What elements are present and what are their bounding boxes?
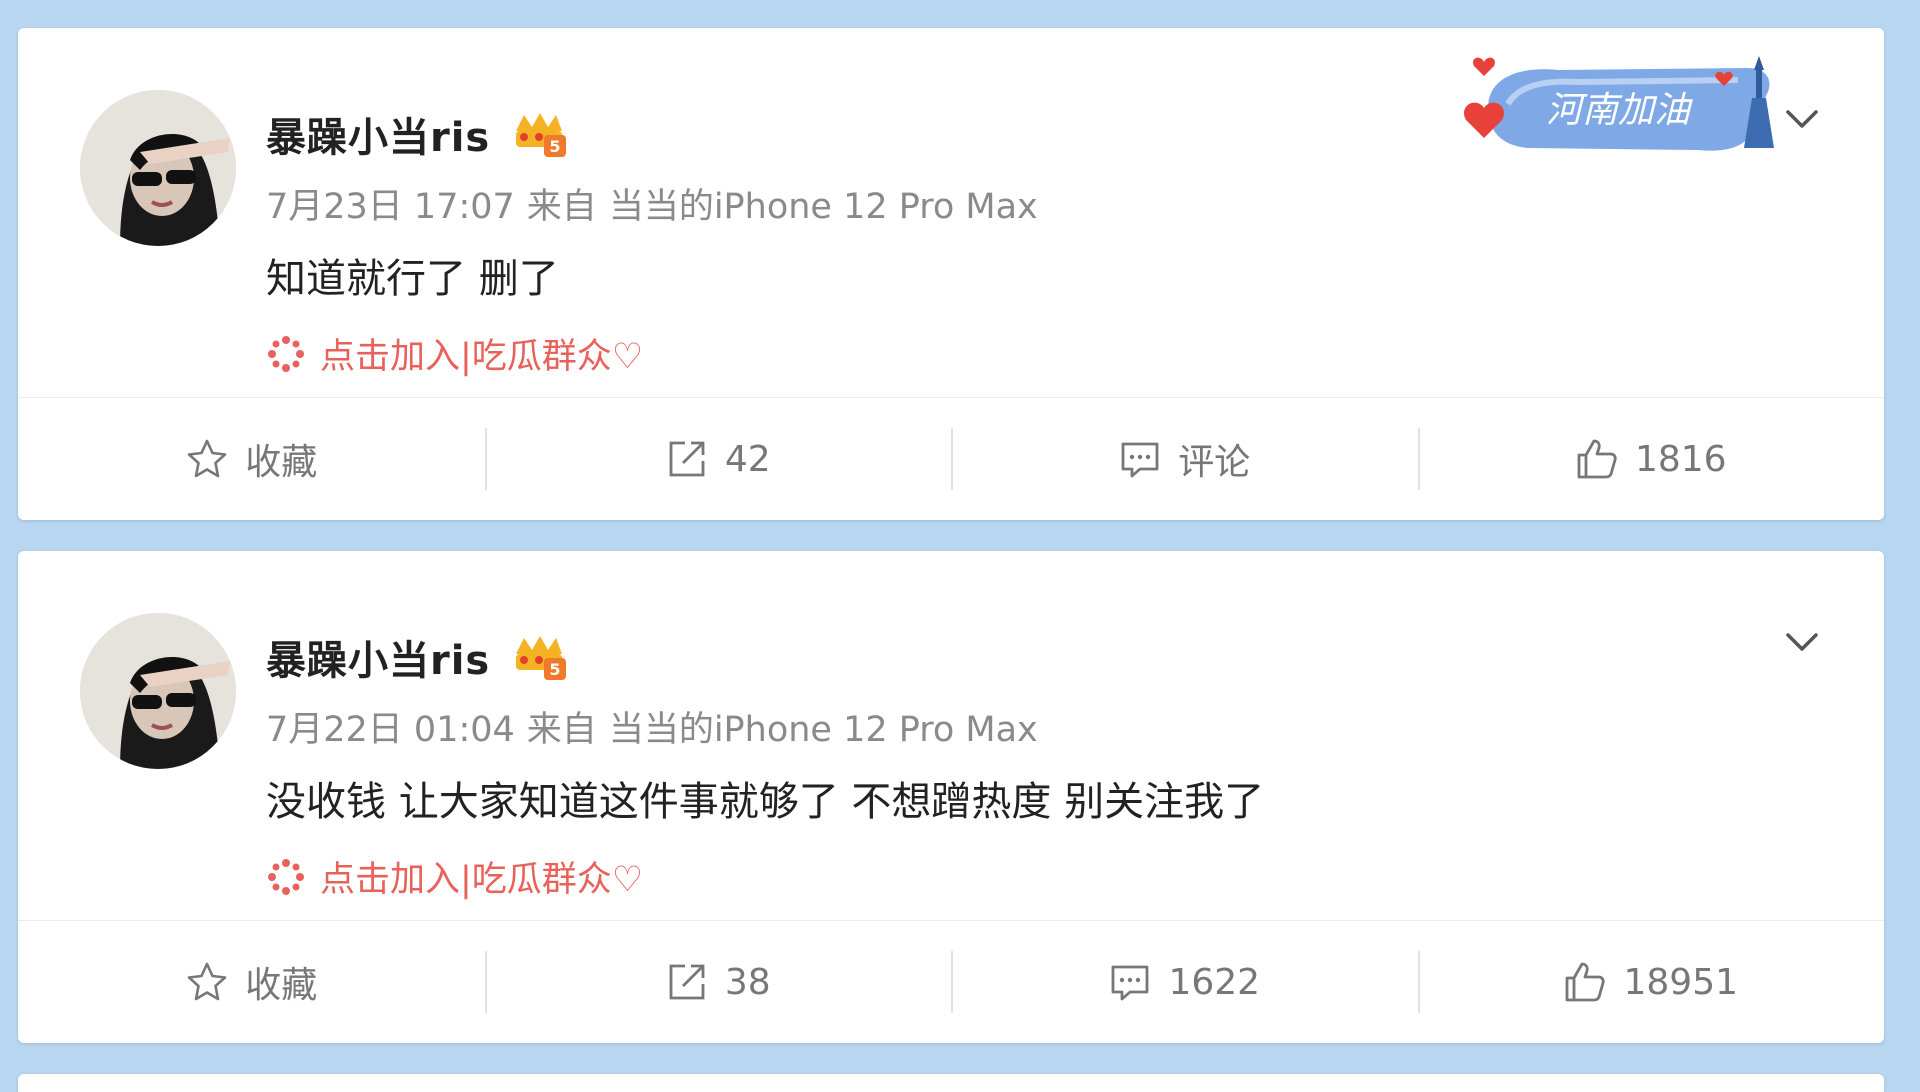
post-date[interactable]: 7月22日 01:04 — [266, 710, 515, 750]
chevron-down-icon[interactable] — [1780, 98, 1824, 142]
avatar[interactable] — [80, 613, 236, 769]
repost-button[interactable]: 42 — [484, 398, 952, 520]
username[interactable]: 暴躁小当ris — [266, 105, 490, 163]
action-bar: 收藏 42 评论 1816 — [18, 397, 1884, 520]
avatar[interactable] — [80, 90, 236, 246]
sparkle-icon — [268, 335, 304, 372]
comment-button[interactable]: 评论 — [951, 398, 1418, 520]
comment-label: 评论 — [1178, 442, 1251, 483]
like-button[interactable]: 1816 — [1417, 398, 1885, 520]
fan-group-label: 点击加入|吃瓜群众♡ — [320, 860, 644, 900]
svg-text:5: 5 — [550, 137, 561, 156]
post-card: 暴躁小当ris 5 7月23日 17:07 来自 当当的iPhone 12 Pro … — [18, 28, 1884, 520]
fan-group-link[interactable]: 点击加入|吃瓜群众♡ — [266, 851, 643, 902]
post-source: 当当的iPhone 12 Pro Max — [608, 187, 1038, 227]
post-card: 暴躁小当ris 5 7月22日 01:04 来自 当当的iPhone 12 Pro … — [18, 551, 1884, 1043]
topic-badge-text: 河南加油 — [1546, 90, 1693, 131]
like-button[interactable]: 18951 — [1417, 921, 1885, 1043]
favorite-button[interactable]: 收藏 — [18, 921, 485, 1043]
author-row: 暴躁小当ris 5 — [266, 629, 568, 685]
post-meta: 7月22日 01:04 来自 当当的iPhone 12 Pro Max — [266, 701, 1038, 752]
vip-crown-badge-icon[interactable]: 5 — [510, 632, 568, 682]
fan-group-link[interactable]: 点击加入|吃瓜群众♡ — [266, 328, 643, 379]
weibo-feed: 暴躁小当ris 5 7月23日 17:07 来自 当当的iPhone 12 Pro … — [0, 0, 1920, 1092]
favorite-label: 收藏 — [245, 442, 318, 483]
post-text: 没收钱 让大家知道这件事就够了 不想蹭热度 别关注我了 — [266, 779, 1265, 825]
sparkle-icon — [268, 858, 304, 895]
vip-crown-badge-icon[interactable]: 5 — [510, 109, 568, 159]
post-card-partial — [18, 1074, 1884, 1092]
post-date[interactable]: 7月23日 17:07 — [266, 187, 515, 227]
post-meta: 7月23日 17:07 来自 当当的iPhone 12 Pro Max — [266, 178, 1038, 229]
like-count: 18951 — [1623, 961, 1739, 1003]
share-icon — [669, 441, 705, 477]
comment-bubble-icon — [1121, 442, 1159, 478]
favorite-label: 收藏 — [245, 965, 318, 1006]
post-text: 知道就行了 删了 — [266, 256, 559, 302]
thumbs-up-icon — [1577, 439, 1617, 479]
like-count: 1816 — [1634, 438, 1727, 480]
username[interactable]: 暴躁小当ris — [266, 628, 490, 686]
fan-group-label: 点击加入|吃瓜群众♡ — [320, 337, 644, 377]
repost-button[interactable]: 38 — [484, 921, 952, 1043]
source-prefix: 来自 — [526, 187, 597, 227]
topic-badge[interactable]: 河南加油 — [1448, 38, 1788, 170]
svg-text:5: 5 — [550, 660, 561, 679]
chevron-down-icon[interactable] — [1780, 621, 1824, 665]
star-outline-icon — [187, 439, 227, 478]
comment-button[interactable]: 1622 — [951, 921, 1418, 1043]
star-outline-icon — [187, 962, 227, 1001]
post-source: 当当的iPhone 12 Pro Max — [608, 710, 1038, 750]
share-icon — [669, 964, 705, 1000]
source-prefix: 来自 — [526, 710, 597, 750]
thumbs-up-icon — [1566, 962, 1606, 1002]
repost-count: 42 — [724, 438, 771, 480]
comment-count: 1622 — [1168, 961, 1261, 1003]
comment-bubble-icon — [1112, 965, 1149, 1001]
author-row: 暴躁小当ris 5 — [266, 106, 568, 162]
favorite-button[interactable]: 收藏 — [18, 398, 485, 520]
action-bar: 收藏 38 1622 18951 — [18, 920, 1884, 1043]
repost-count: 38 — [724, 961, 771, 1003]
